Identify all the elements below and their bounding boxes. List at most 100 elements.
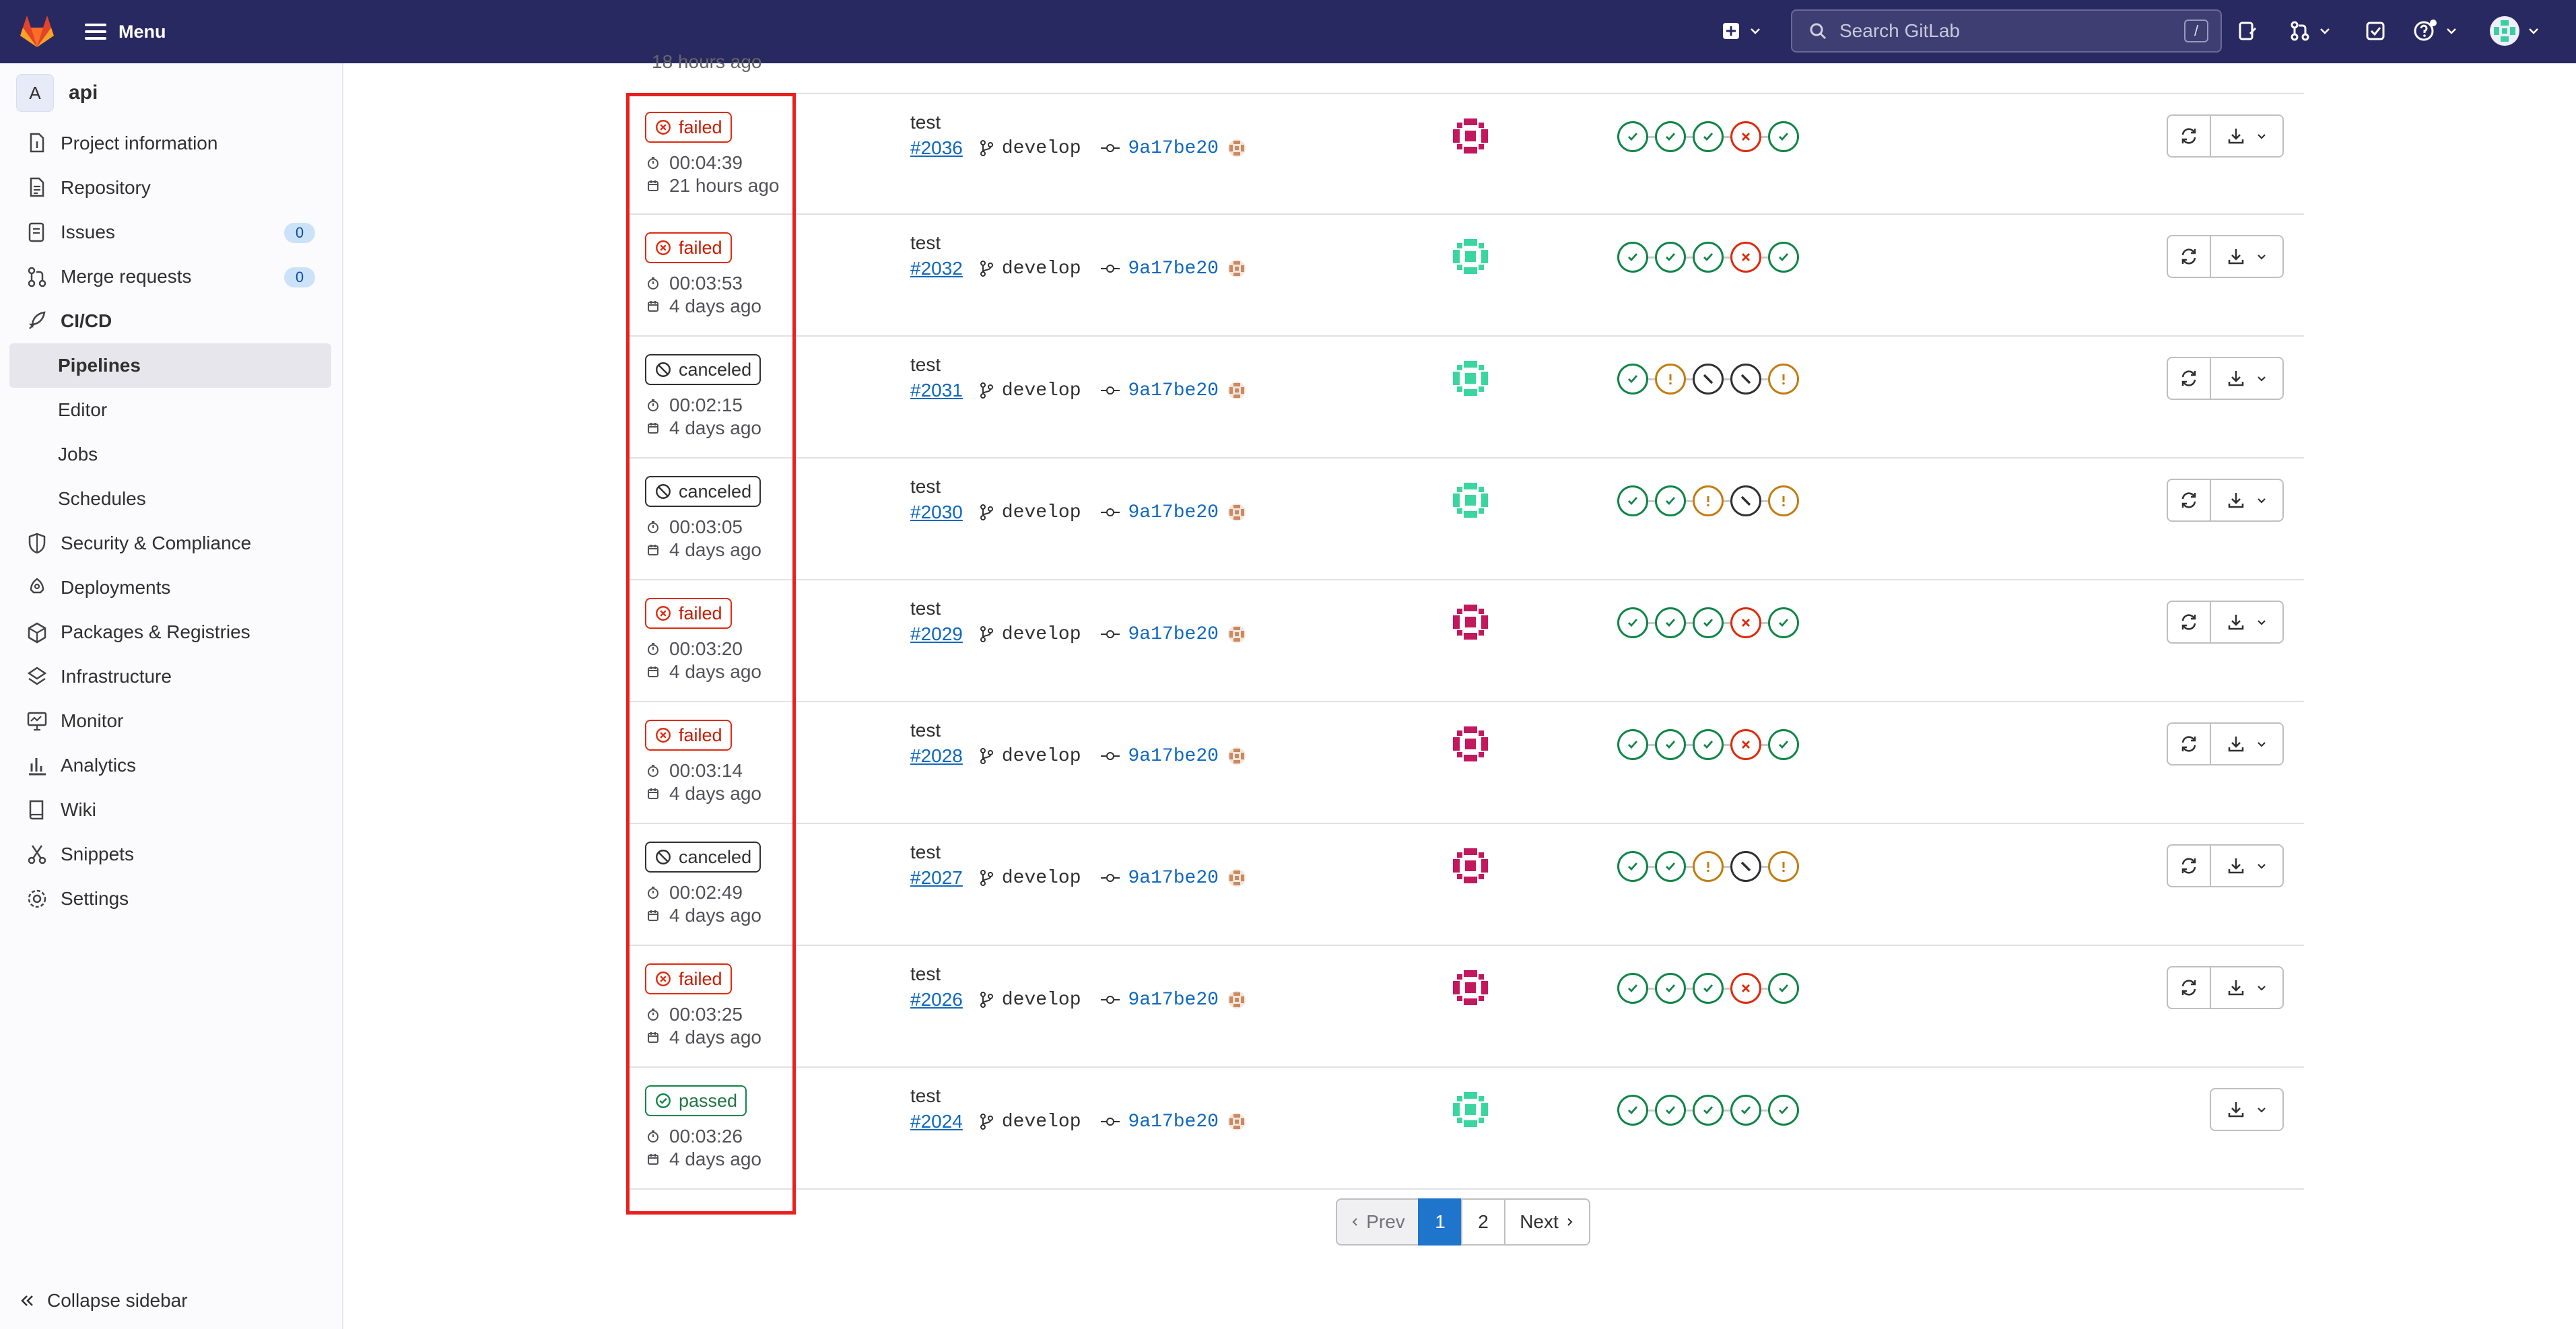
download-artifacts-button[interactable] xyxy=(2210,1088,2284,1131)
status-badge[interactable]: failed xyxy=(645,963,732,994)
stage-ok-icon[interactable] xyxy=(1693,607,1724,638)
download-artifacts-button[interactable] xyxy=(2210,357,2284,400)
triggerer-avatar[interactable] xyxy=(1450,236,1491,277)
branch-ref[interactable]: develop xyxy=(979,868,1081,889)
status-badge[interactable]: canceled xyxy=(645,354,761,385)
sidebar-item-settings[interactable]: Settings xyxy=(9,877,331,921)
retry-button[interactable] xyxy=(2167,235,2211,278)
new-dropdown-button[interactable] xyxy=(1721,16,1761,46)
commit-author-avatar[interactable] xyxy=(1227,138,1247,158)
sidebar-item-snippets[interactable]: Snippets xyxy=(9,832,331,877)
stage-skip-icon[interactable] xyxy=(1730,851,1761,882)
stage-ok-icon[interactable] xyxy=(1655,973,1686,1004)
pipeline-id-link[interactable]: #2028 xyxy=(910,745,963,767)
sidebar-item-pipelines[interactable]: Pipelines xyxy=(9,343,331,388)
stage-ok-icon[interactable] xyxy=(1768,607,1799,638)
sidebar-item-wiki[interactable]: Wiki xyxy=(9,788,331,832)
download-artifacts-button[interactable] xyxy=(2210,966,2284,1009)
pipeline-id-link[interactable]: #2036 xyxy=(910,137,963,159)
commit-author-avatar[interactable] xyxy=(1227,502,1247,522)
stage-fail-icon[interactable] xyxy=(1730,607,1761,638)
todos-button[interactable] xyxy=(2365,16,2386,46)
sidebar-item-deployments[interactable]: Deployments xyxy=(9,566,331,610)
branch-ref[interactable]: develop xyxy=(979,502,1081,523)
stage-ok-icon[interactable] xyxy=(1768,973,1799,1004)
stage-warn-icon[interactable] xyxy=(1768,364,1799,395)
retry-button[interactable] xyxy=(2167,114,2211,158)
user-menu-button[interactable] xyxy=(2490,16,2540,46)
stage-ok-icon[interactable] xyxy=(1617,729,1648,760)
branch-ref[interactable]: develop xyxy=(979,990,1081,1011)
status-badge[interactable]: canceled xyxy=(645,842,761,873)
stage-fail-icon[interactable] xyxy=(1730,973,1761,1004)
stage-ok-icon[interactable] xyxy=(1693,729,1724,760)
sidebar-item-merge-requests[interactable]: Merge requests 0 xyxy=(9,254,331,299)
next-page-button[interactable]: Next xyxy=(1504,1198,1590,1246)
stage-warn-icon[interactable] xyxy=(1768,485,1799,516)
download-artifacts-button[interactable] xyxy=(2210,235,2284,278)
commit-ref[interactable]: 9a17be20 xyxy=(1100,624,1219,645)
stage-ok-icon[interactable] xyxy=(1693,121,1724,152)
menu-button[interactable]: Menu xyxy=(85,18,166,46)
help-button[interactable] xyxy=(2413,16,2458,46)
pipeline-id-link[interactable]: #2031 xyxy=(910,380,963,401)
triggerer-avatar[interactable] xyxy=(1450,967,1491,1008)
stage-fail-icon[interactable] xyxy=(1730,242,1761,273)
branch-ref[interactable]: develop xyxy=(979,259,1081,279)
sidebar-item-analytics[interactable]: Analytics xyxy=(9,743,331,788)
stage-ok-icon[interactable] xyxy=(1768,121,1799,152)
sidebar-item-security-compliance[interactable]: Security & Compliance xyxy=(9,521,331,566)
branch-ref[interactable]: develop xyxy=(979,746,1081,767)
merge-requests-topbar-button[interactable] xyxy=(2289,16,2331,46)
stage-warn-icon[interactable] xyxy=(1655,364,1686,395)
sidebar-item-infrastructure[interactable]: Infrastructure xyxy=(9,654,331,699)
triggerer-avatar[interactable] xyxy=(1450,846,1491,886)
download-artifacts-button[interactable] xyxy=(2210,601,2284,644)
stage-skip-icon[interactable] xyxy=(1693,364,1724,395)
stage-ok-icon[interactable] xyxy=(1617,851,1648,882)
triggerer-avatar[interactable] xyxy=(1450,116,1491,156)
collapse-sidebar-button[interactable]: Collapse sidebar xyxy=(19,1290,188,1311)
commit-ref[interactable]: 9a17be20 xyxy=(1100,259,1219,279)
stage-ok-icon[interactable] xyxy=(1617,607,1648,638)
stage-ok-icon[interactable] xyxy=(1730,1095,1761,1126)
sidebar-item-issues[interactable]: Issues 0 xyxy=(9,210,331,254)
branch-ref[interactable]: develop xyxy=(979,138,1081,159)
branch-ref[interactable]: develop xyxy=(979,380,1081,401)
commit-author-avatar[interactable] xyxy=(1227,990,1247,1010)
commit-ref[interactable]: 9a17be20 xyxy=(1100,502,1219,523)
pipeline-id-link[interactable]: #2030 xyxy=(910,502,963,523)
stage-ok-icon[interactable] xyxy=(1655,121,1686,152)
download-artifacts-button[interactable] xyxy=(2210,722,2284,765)
triggerer-avatar[interactable] xyxy=(1450,1089,1491,1130)
commit-author-avatar[interactable] xyxy=(1227,1112,1247,1132)
branch-ref[interactable]: develop xyxy=(979,1112,1081,1132)
stage-ok-icon[interactable] xyxy=(1617,364,1648,395)
commit-ref[interactable]: 9a17be20 xyxy=(1100,380,1219,401)
prev-page-button[interactable]: Prev xyxy=(1336,1198,1419,1246)
commit-author-avatar[interactable] xyxy=(1227,380,1247,401)
triggerer-avatar[interactable] xyxy=(1450,602,1491,642)
pipeline-id-link[interactable]: #2024 xyxy=(910,1111,963,1132)
stage-fail-icon[interactable] xyxy=(1730,121,1761,152)
commit-ref[interactable]: 9a17be20 xyxy=(1100,990,1219,1011)
download-artifacts-button[interactable] xyxy=(2210,479,2284,522)
gitlab-logo-icon[interactable] xyxy=(18,11,57,50)
triggerer-avatar[interactable] xyxy=(1450,480,1491,520)
search-input[interactable]: Search GitLab / xyxy=(1791,9,2222,53)
stage-fail-icon[interactable] xyxy=(1730,729,1761,760)
retry-button[interactable] xyxy=(2167,601,2211,644)
retry-button[interactable] xyxy=(2167,844,2211,887)
stage-ok-icon[interactable] xyxy=(1617,121,1648,152)
download-artifacts-button[interactable] xyxy=(2210,114,2284,158)
status-badge[interactable]: canceled xyxy=(645,476,761,507)
commit-ref[interactable]: 9a17be20 xyxy=(1100,1112,1219,1132)
sidebar-item-editor[interactable]: Editor xyxy=(9,388,331,432)
retry-button[interactable] xyxy=(2167,357,2211,400)
commit-ref[interactable]: 9a17be20 xyxy=(1100,868,1219,889)
stage-ok-icon[interactable] xyxy=(1768,242,1799,273)
stage-ok-icon[interactable] xyxy=(1655,242,1686,273)
stage-ok-icon[interactable] xyxy=(1617,973,1648,1004)
pipeline-id-link[interactable]: #2027 xyxy=(910,867,963,889)
commit-author-avatar[interactable] xyxy=(1227,868,1247,888)
